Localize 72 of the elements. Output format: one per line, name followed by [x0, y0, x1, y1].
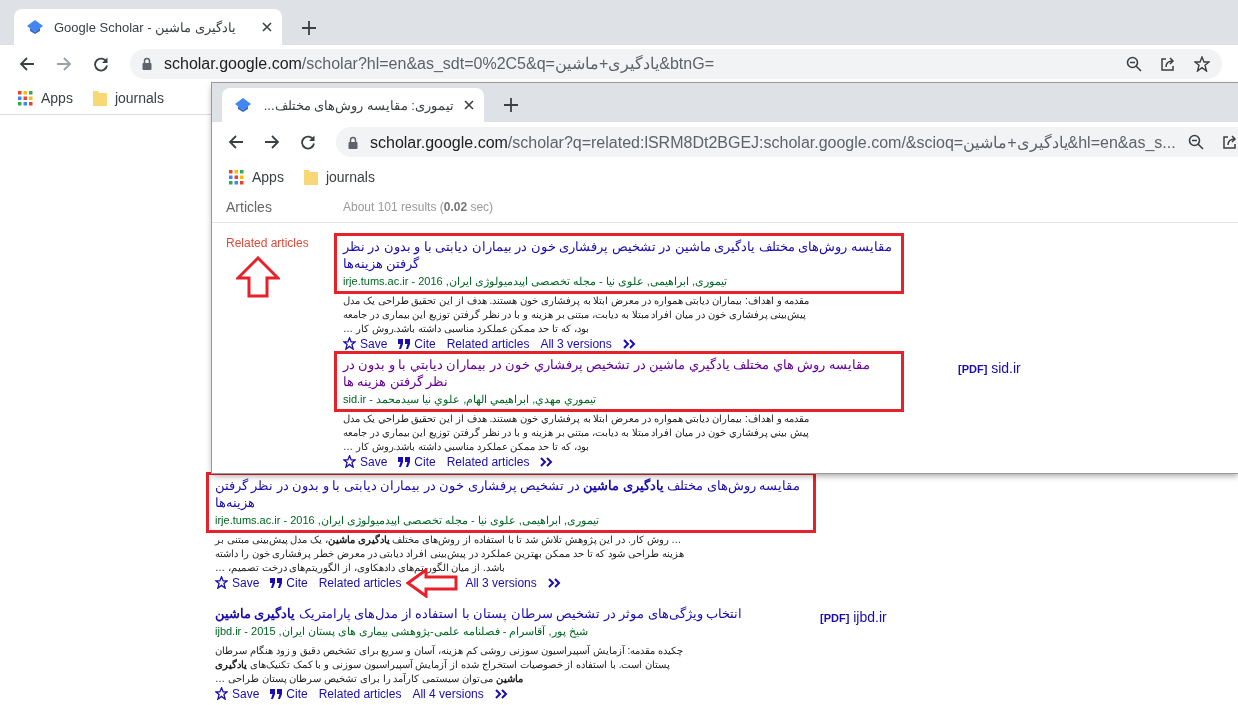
result-title-link[interactable]: انتخاب ویژگی‌های موثر در تشخیص سرطان پستان با استفاده از مدل‌های پارامتریک یادگیری ماشین: [215, 606, 807, 623]
result-snippet: … روش کار. در این پژوهش تلاش شد تا با استفاده از روش‌های مختلف یادگیری ماشین، یک مدل پیش‌بینی مبتنی بر هزینه طراحی شود که تا حد ممکن بهترین عملکرد در پیش‌بینی افراد دیابتی در معرض خطر پرفشاری خون را داشته باشد. از میان الگوریتم‌های دادهکاوی، از الگوریتم‌های درخت تصمیم، …: [213, 533, 685, 575]
bookmark-link[interactable]: journals: [92, 90, 164, 106]
forward-arrow-icon[interactable]: [264, 134, 280, 150]
result-action-link[interactable]: All 3 versions: [465, 575, 537, 590]
result-authors: شیخ پور, آقاسرام - فصلنامه علمی-پژوهشی بیماری های پستان ایران, 2015 - ijbd.ir: [215, 624, 589, 639]
browser-tab[interactable]: Google Scholar - یادگیری ماشین: [14, 9, 282, 45]
zoom-out-icon[interactable]: [1126, 55, 1142, 72]
quote-icon: [398, 456, 411, 467]
result-action-link[interactable]: Cite: [270, 575, 308, 590]
double-chevron-icon[interactable]: [540, 456, 554, 467]
apps-grid-icon: [229, 169, 244, 185]
scholar-logo-icon: [26, 19, 44, 35]
result-action-link[interactable]: Cite: [398, 454, 436, 469]
result-action-link[interactable]: Cite: [270, 686, 308, 701]
double-chevron-icon[interactable]: [547, 577, 561, 588]
double-chevron-icon[interactable]: [494, 688, 508, 699]
reload-icon[interactable]: [300, 134, 316, 150]
reload-icon[interactable]: [93, 55, 109, 72]
close-icon[interactable]: [464, 100, 474, 110]
result-snippet: چکیده مقدمه: آزمایش آسپیراسیون سوزنی روشی کم هزینه، آسان و سریع برای تشخیص دقیق و زود هنگام سرطان پستان است. با استفاده از خصوصیات استخراج شده از آزمایش آسپیراسیون سوزنی و با کمک تکنیک‌های یادگیری ماشین می‌توان سیستمی کارآمد را برای تشخیص سرطان پستان طراحی …: [214, 644, 684, 686]
bookmark-link[interactable]: Apps: [18, 90, 73, 106]
pdf-link[interactable]: [PDF] sid.ir: [958, 360, 1021, 376]
browser-tab[interactable]: تیموری: مقایسه روش‌های مختلف...: [222, 88, 484, 122]
quote-icon: [270, 577, 283, 588]
result-action-link[interactable]: Related articles: [446, 454, 530, 469]
result-snippet: مقدمه و اهداف: بیماران دیابتی همواره در معرض ابتلا به پرفشاری خون هستند. هدف از این تحقیق طراحی یک مدل پیش‌بینی پرفشاری خون در میان افراد مبتلا به دیابت، مبتنی بر هزینه و با در نظر گرفتن توزیع این بیماری در جامعه بود، که تا حد ممکن عملکرد مناسبی داشته باشد.روش کار …: [342, 294, 811, 336]
back-arrow-icon[interactable]: [228, 134, 244, 150]
lock-icon[interactable]: [142, 57, 152, 70]
star-icon: [215, 576, 228, 589]
result-stats: About 101 results (0.02 sec): [343, 200, 494, 214]
result-action-link[interactable]: Save: [215, 575, 260, 590]
section-label: Articles: [225, 199, 273, 215]
star-icon: [343, 455, 356, 468]
apps-grid-icon: [18, 90, 33, 106]
result-action-link[interactable]: All 3 versions: [540, 336, 612, 351]
result-title-link[interactable]: مقايسه روش هاي مختلف يادگيري ماشين در تشخيص پرفشاري خون در بيماران ديابتي با و بدون در نظر گرفتن هزينه ها: [343, 357, 895, 391]
back-arrow-icon[interactable]: [19, 55, 35, 72]
pdf-link[interactable]: [PDF] ijbd.ir: [820, 609, 887, 625]
star-icon: [215, 687, 228, 700]
result-action-link[interactable]: Related articles: [318, 575, 402, 590]
quote-icon: [270, 688, 283, 699]
bookmark-link[interactable]: Apps: [229, 169, 284, 185]
bookmark-link[interactable]: journals: [303, 169, 375, 185]
quote-icon: [398, 338, 411, 349]
new-tab-icon[interactable]: [504, 98, 518, 112]
result-action-link[interactable]: Save: [343, 336, 388, 351]
folder-icon: [92, 90, 107, 106]
result-action-link[interactable]: Save: [215, 686, 260, 701]
bookmark-star-icon[interactable]: [1194, 55, 1210, 72]
share-icon[interactable]: [1221, 134, 1238, 150]
share-icon[interactable]: [1160, 55, 1176, 72]
double-chevron-icon[interactable]: [622, 338, 636, 349]
result-action-link[interactable]: Save: [343, 454, 388, 469]
close-icon[interactable]: [262, 22, 272, 32]
result-action-link[interactable]: Related articles: [446, 336, 530, 351]
folder-icon: [303, 169, 318, 185]
result-authors: تيموري مهدي, ابراهيمي الهام, علوي نيا سيدمحمد - sid.ir: [343, 392, 598, 407]
result-action-link[interactable]: Related articles: [318, 686, 402, 701]
result-snippet: مقدمه و اهداف: بيماران ديابتي همواره در معرض ابتلا به پرفشاري خون هستند. هدف از اين تحقيق طراحي يک مدل پيش بيني پرفشاري خون در ميان افراد مبتلا به ديابت، مبتني بر هزينه و با در نظر گرفتن توزيع اين بيماري در جامعه بود، که تا حد ممکن عملکرد مناسبي داشته باشد.روش کار …: [342, 412, 811, 454]
result-action-link[interactable]: All 4 versions: [412, 686, 484, 701]
related-articles-link[interactable]: Related articles: [226, 236, 309, 250]
new-tab-icon[interactable]: [302, 21, 316, 35]
result-authors: تیموری, ابراهیمی, علوی نیا - مجله تخصصی اپیدمیولوژی ایران, 2016 - irje.tums.ac.ir: [215, 513, 600, 528]
result-title-link[interactable]: مقایسه روش‌های مختلف یادگیری ماشین در تشخیص پرفشاری خون در بیماران دیابتی با و بدون در نظر گرفتن هزینه‌ها: [215, 478, 807, 512]
zoom-out-icon[interactable]: [1187, 134, 1204, 150]
lock-icon[interactable]: [348, 135, 358, 149]
scholar-logo-icon: [234, 97, 252, 113]
result-title-link[interactable]: مقایسه روش‌های مختلف یادگیری ماشین در تشخیص پرفشاری خون در بیماران دیابتی با و بدون در نظر گرفتن هزینه‌ها: [343, 239, 895, 273]
result-action-link[interactable]: Cite: [398, 336, 436, 351]
result-authors: تیموری, ابراهیمی, علوی نیا - مجله تخصصی اپیدمیولوژی ایران, 2016 - irje.tums.ac.ir: [343, 274, 728, 289]
star-icon: [343, 337, 356, 350]
